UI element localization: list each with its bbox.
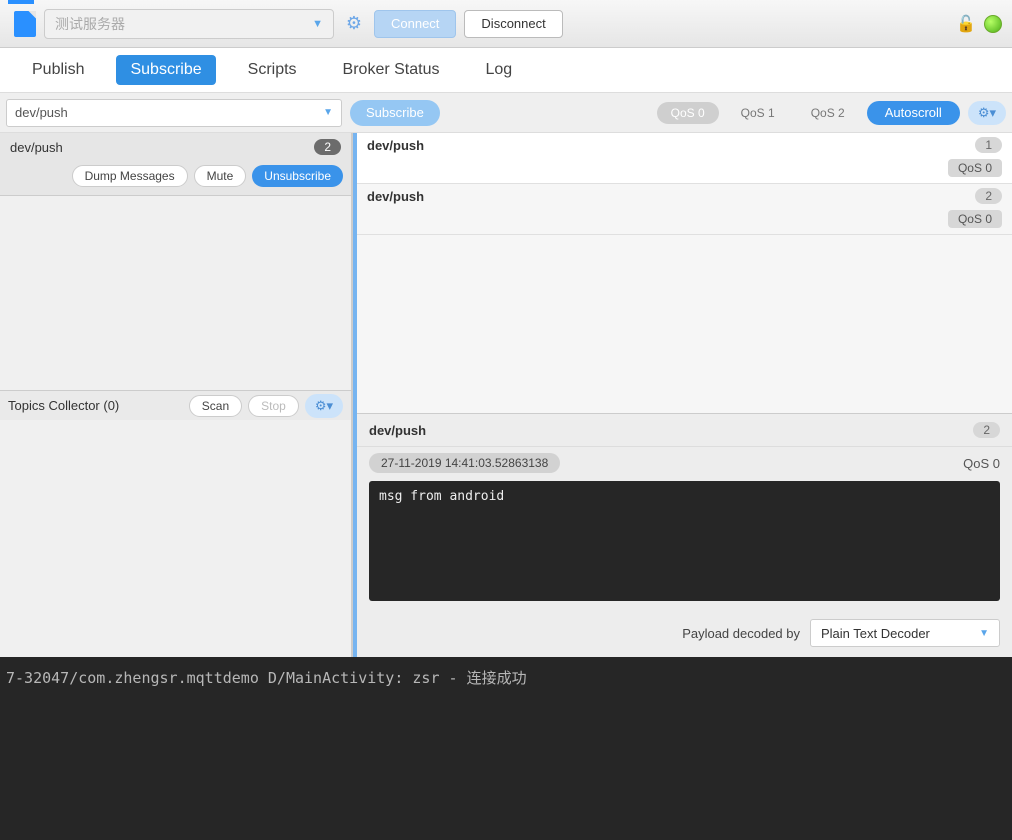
message-index-badge: 2: [975, 188, 1002, 204]
settings-gear-icon[interactable]: ⚙: [342, 12, 366, 36]
server-placeholder: 测试服务器: [55, 14, 125, 34]
subscribe-button[interactable]: Subscribe: [350, 100, 440, 126]
payload-textarea[interactable]: msg from android: [369, 481, 1000, 601]
console-line: 7-32047/com.zhengsr.mqttdemo D/MainActiv…: [6, 669, 527, 687]
tab-broker-status[interactable]: Broker Status: [329, 55, 454, 85]
topics-collector-area: [0, 420, 351, 657]
autoscroll-toggle[interactable]: Autoscroll: [867, 101, 960, 125]
disconnect-button[interactable]: Disconnect: [464, 10, 562, 38]
message-qos-badge: QoS 0: [948, 210, 1002, 228]
detail-qos: QoS 0: [963, 456, 1000, 471]
topics-collector-bar: Topics Collector (0) Scan Stop ⚙▾: [0, 390, 351, 420]
unsubscribe-button[interactable]: Unsubscribe: [252, 165, 343, 187]
chevron-down-icon: ▼: [323, 107, 333, 118]
subscribe-settings-button[interactable]: ⚙▾: [968, 101, 1006, 125]
detail-topic: dev/push: [369, 423, 426, 438]
tab-publish[interactable]: Publish: [18, 55, 98, 85]
connection-status-indicator: [984, 15, 1002, 33]
detail-index-badge: 2: [973, 422, 1000, 438]
tab-log[interactable]: Log: [471, 55, 526, 85]
message-row[interactable]: dev/push 1 QoS 0: [357, 133, 1012, 184]
messages-pane: dev/push 1 QoS 0 dev/push 2 QoS 0 dev/pu: [353, 133, 1012, 657]
main-tabs: Publish Subscribe Scripts Broker Status …: [0, 48, 1012, 93]
message-index-badge: 1: [975, 137, 1002, 153]
document-icon[interactable]: [14, 11, 36, 37]
chevron-down-icon: ▼: [312, 18, 323, 30]
subscription-count-badge: 2: [314, 139, 341, 155]
detail-timestamp: 27-11-2019 14:41:03.52863138: [369, 453, 560, 473]
topics-collector-settings-button[interactable]: ⚙▾: [305, 394, 343, 418]
chevron-down-icon: ▼: [979, 628, 989, 639]
qos-0-button[interactable]: QoS 0: [657, 102, 719, 124]
message-topic: dev/push: [367, 189, 424, 204]
payload-text: msg from android: [379, 489, 504, 504]
dump-messages-button[interactable]: Dump Messages: [72, 165, 188, 187]
tab-subscribe[interactable]: Subscribe: [116, 55, 215, 85]
workspace: dev/push 2 Dump Messages Mute Unsubscrib…: [0, 133, 1012, 657]
subscribe-control-bar: dev/push ▼ Subscribe QoS 0 QoS 1 QoS 2 A…: [0, 93, 1012, 133]
qos-2-button[interactable]: QoS 2: [797, 102, 859, 124]
active-tab-indicator: [8, 0, 34, 4]
message-list[interactable]: dev/push 1 QoS 0 dev/push 2 QoS 0: [357, 133, 1012, 414]
topic-input[interactable]: dev/push ▼: [6, 99, 342, 127]
decoder-label: Payload decoded by: [682, 626, 800, 641]
server-dropdown[interactable]: 测试服务器 ▼: [44, 9, 334, 39]
decoder-dropdown[interactable]: Plain Text Decoder ▼: [810, 619, 1000, 647]
message-detail-pane: dev/push 2 27-11-2019 14:41:03.52863138 …: [357, 414, 1012, 657]
tab-scripts[interactable]: Scripts: [234, 55, 311, 85]
subscriptions-empty-area: [0, 196, 351, 390]
subscription-topic: dev/push: [10, 140, 63, 155]
connect-button[interactable]: Connect: [374, 10, 456, 38]
qos-1-button[interactable]: QoS 1: [727, 102, 789, 124]
top-toolbar: 测试服务器 ▼ ⚙ Connect Disconnect 🔓: [0, 0, 1012, 48]
unlock-icon[interactable]: 🔓: [956, 14, 976, 34]
stop-button[interactable]: Stop: [248, 395, 299, 417]
message-qos-badge: QoS 0: [948, 159, 1002, 177]
decoder-value: Plain Text Decoder: [821, 626, 930, 641]
log-console[interactable]: 7-32047/com.zhengsr.mqttdemo D/MainActiv…: [0, 657, 1012, 840]
subscription-item[interactable]: dev/push 2 Dump Messages Mute Unsubscrib…: [0, 133, 351, 196]
message-topic: dev/push: [367, 138, 424, 153]
topic-input-value: dev/push: [15, 105, 68, 120]
subscriptions-pane: dev/push 2 Dump Messages Mute Unsubscrib…: [0, 133, 353, 657]
mute-button[interactable]: Mute: [194, 165, 247, 187]
topics-collector-label: Topics Collector (0): [8, 398, 183, 413]
scan-button[interactable]: Scan: [189, 395, 242, 417]
message-row[interactable]: dev/push 2 QoS 0: [357, 184, 1012, 235]
